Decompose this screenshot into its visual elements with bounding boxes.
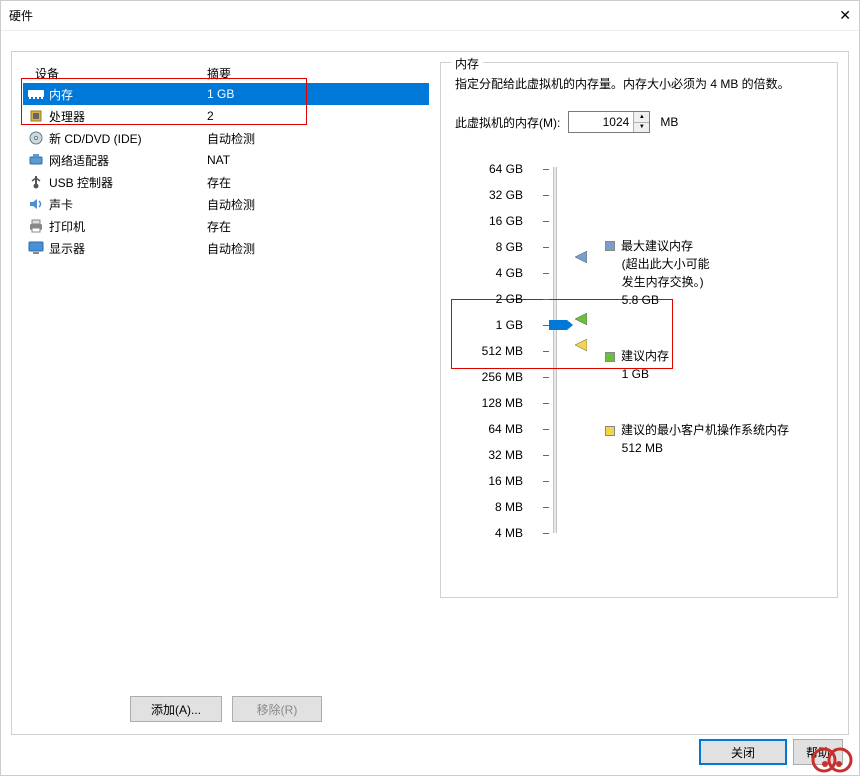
scale-tick: 32 MB bbox=[443, 448, 523, 462]
device-name: USB 控制器 bbox=[49, 174, 207, 191]
device-name: 打印机 bbox=[49, 218, 207, 235]
printer-icon bbox=[27, 218, 45, 234]
scale-tick: 2 GB bbox=[443, 292, 523, 306]
device-name: 新 CD/DVD (IDE) bbox=[49, 130, 207, 147]
memory-icon bbox=[27, 86, 45, 102]
device-summary: 自动检测 bbox=[207, 130, 425, 147]
device-row[interactable]: 网络适配器 NAT bbox=[23, 149, 429, 171]
scale-tick: 1 GB bbox=[443, 318, 523, 332]
device-name: 内存 bbox=[49, 86, 207, 103]
close-icon[interactable]: ✕ bbox=[839, 7, 851, 24]
legend-min: 建议的最小客户机操作系统内存 512 MB bbox=[605, 421, 789, 457]
device-summary: 存在 bbox=[207, 218, 425, 235]
max-marker-icon bbox=[575, 257, 587, 269]
device-row[interactable]: 打印机 存在 bbox=[23, 215, 429, 237]
device-name: 处理器 bbox=[49, 108, 207, 125]
cd-icon bbox=[27, 130, 45, 146]
col-device[interactable]: 设备 bbox=[35, 65, 207, 82]
legend-max: 最大建议内存 (超出此大小可能 发生内存交换。) 5.8 GB bbox=[605, 237, 710, 309]
col-summary[interactable]: 摘要 bbox=[207, 65, 417, 82]
watermark-logo bbox=[804, 738, 860, 778]
device-summary: 2 bbox=[207, 109, 425, 123]
add-button[interactable]: 添加(A)... bbox=[130, 696, 222, 722]
scale-tick: 8 MB bbox=[443, 500, 523, 514]
display-icon bbox=[27, 240, 45, 256]
device-name: 声卡 bbox=[49, 196, 207, 213]
scale-tick: 16 MB bbox=[443, 474, 523, 488]
rec-marker-icon bbox=[575, 319, 587, 331]
memory-desc: 指定分配给此虚拟机的内存量。内存大小必须为 4 MB 的倍数。 bbox=[455, 75, 823, 93]
device-summary: NAT bbox=[207, 153, 425, 167]
memory-group: 内存 指定分配给此虚拟机的内存量。内存大小必须为 4 MB 的倍数。 此虚拟机的… bbox=[440, 62, 838, 598]
scale-tick: 4 MB bbox=[443, 526, 523, 540]
device-summary: 1 GB bbox=[207, 87, 425, 101]
scale-tick: 8 GB bbox=[443, 240, 523, 254]
remove-button[interactable]: 移除(R) bbox=[232, 696, 322, 722]
memory-spinbox[interactable]: ▲ ▼ bbox=[568, 111, 650, 133]
scale-tick: 16 GB bbox=[443, 214, 523, 228]
legend-recommended: 建议内存 1 GB bbox=[605, 347, 669, 383]
cpu-icon bbox=[27, 108, 45, 124]
device-summary: 自动检测 bbox=[207, 240, 425, 257]
scale-tick: 64 GB bbox=[443, 162, 523, 176]
min-marker-icon bbox=[575, 345, 587, 357]
scale-tick: 32 GB bbox=[443, 188, 523, 202]
device-name: 显示器 bbox=[49, 240, 207, 257]
scale-tick: 64 MB bbox=[443, 422, 523, 436]
device-summary: 自动检测 bbox=[207, 196, 425, 213]
sound-icon bbox=[27, 196, 45, 212]
device-row[interactable]: 声卡 自动检测 bbox=[23, 193, 429, 215]
memory-scale[interactable]: 64 GB32 GB16 GB8 GB4 GB2 GB1 GB512 MB256… bbox=[455, 163, 823, 543]
memory-input[interactable] bbox=[569, 112, 633, 132]
scale-axis bbox=[553, 167, 557, 533]
hardware-table: 设备 摘要 内存 1 GB 处理器 2 新 CD/DVD (IDE) 自动检测 … bbox=[22, 62, 430, 690]
current-memory-marker[interactable] bbox=[549, 320, 567, 330]
device-row[interactable]: 显示器 自动检测 bbox=[23, 237, 429, 259]
memory-unit: MB bbox=[660, 115, 678, 129]
device-row[interactable]: USB 控制器 存在 bbox=[23, 171, 429, 193]
net-icon bbox=[27, 152, 45, 168]
window-title: 硬件 bbox=[9, 7, 33, 24]
scale-tick: 4 GB bbox=[443, 266, 523, 280]
spin-down-icon: ▼ bbox=[634, 123, 649, 133]
device-row[interactable]: 处理器 2 bbox=[23, 105, 429, 127]
memory-input-label: 此虚拟机的内存(M): bbox=[455, 114, 560, 131]
device-row[interactable]: 新 CD/DVD (IDE) 自动检测 bbox=[23, 127, 429, 149]
device-summary: 存在 bbox=[207, 174, 425, 191]
scale-tick: 256 MB bbox=[443, 370, 523, 384]
scale-tick: 128 MB bbox=[443, 396, 523, 410]
close-button[interactable]: 关闭 bbox=[699, 739, 787, 765]
spin-up-icon: ▲ bbox=[634, 112, 649, 123]
scale-tick: 512 MB bbox=[443, 344, 523, 358]
usb-icon bbox=[27, 174, 45, 190]
group-title: 内存 bbox=[451, 55, 483, 72]
device-row[interactable]: 内存 1 GB bbox=[23, 83, 429, 105]
device-name: 网络适配器 bbox=[49, 152, 207, 169]
